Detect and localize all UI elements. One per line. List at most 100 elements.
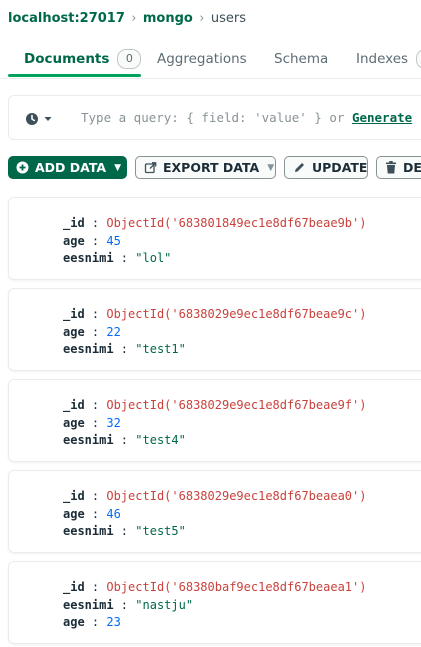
field-separator: : [84,507,107,521]
tab-documents-label: Documents [24,51,110,67]
field-value: 45 [106,234,121,248]
document-field[interactable]: eesnimi : "test5" [63,523,186,540]
document-card[interactable]: _id : ObjectId('6838029e9ec1e8df67beae9c… [8,288,421,371]
document-card[interactable]: _id : ObjectId('68380baf9ec1e8df67beaea1… [8,561,421,644]
document-field[interactable]: age : 46 [63,506,121,523]
field-key: eesnimi [63,433,114,447]
field-value: ObjectId('68380baf9ec1e8df67beaea1') [106,580,367,594]
document-field[interactable]: age : 23 [63,614,121,631]
document-card[interactable]: _id : ObjectId('6838029e9ec1e8df67beaea0… [8,470,421,553]
document-field[interactable]: _id : ObjectId('68380baf9ec1e8df67beaea1… [63,579,366,596]
query-placeholder: Type a query: { field: 'value' } or [81,110,352,125]
field-separator: : [113,251,136,265]
tab-indexes[interactable]: Indexes 1 [356,40,421,78]
pencil-icon [293,161,306,174]
field-value: 32 [106,416,121,430]
document-card[interactable]: _id : ObjectId('683801849ec1e8df67beae9b… [8,197,421,280]
export-data-button[interactable]: EXPORT DATA ▼ [135,156,276,179]
clock-icon [26,113,38,125]
field-key: _id [63,216,85,230]
breadcrumb-host[interactable]: localhost:27017 [8,11,125,26]
breadcrumb-collection: users [210,10,246,26]
field-value: "lol" [135,251,172,265]
field-value: ObjectId('6838029e9ec1e8df67beae9f') [106,398,367,412]
indexes-count-badge: 1 [416,49,421,69]
tab-aggregations[interactable]: Aggregations [157,40,247,78]
tab-documents[interactable]: Documents 0 [24,40,142,78]
document-field[interactable]: eesnimi : "lol" [63,250,171,267]
tab-aggregations-label: Aggregations [157,51,247,67]
document-field[interactable]: eesnimi : "test1" [63,341,186,358]
document-field[interactable]: eesnimi : "test4" [63,432,186,449]
field-separator: : [113,598,136,612]
update-button[interactable]: UPDATE [284,156,368,179]
document-field[interactable]: _id : ObjectId('6838029e9ec1e8df67beae9f… [63,397,366,414]
query-filter-input[interactable]: Type a query: { field: 'value' } or Gene… [81,107,412,129]
document-field[interactable]: eesnimi : "nastju" [63,597,193,614]
generate-query-link[interactable]: Generate [352,110,412,125]
field-key: _id [63,580,85,594]
field-value: "test5" [135,524,186,538]
breadcrumb: localhost:27017 › mongo › users [8,8,246,28]
field-key: age [63,416,85,430]
field-separator: : [84,489,107,503]
field-value: ObjectId('6838029e9ec1e8df67beae9c') [106,307,367,321]
caret-down-icon [44,117,52,121]
field-value: "test1" [135,342,186,356]
document-card[interactable]: _id : ObjectId('6838029e9ec1e8df67beae9f… [8,379,421,462]
field-value: 46 [106,507,121,521]
field-value: 23 [106,615,121,629]
query-bar: Type a query: { field: 'value' } or Gene… [8,95,421,140]
plus-circle-icon [16,161,29,174]
delete-button[interactable]: DE [376,156,421,179]
tab-indexes-label: Indexes [356,51,409,67]
field-key: eesnimi [63,524,114,538]
document-field[interactable]: age : 22 [63,324,121,341]
field-value: ObjectId('683801849ec1e8df67beae9b') [106,216,367,230]
field-separator: : [84,307,107,321]
field-key: age [63,234,85,248]
document-field[interactable]: _id : ObjectId('6838029e9ec1e8df67beae9c… [63,306,366,323]
query-history-button[interactable] [25,110,55,128]
documents-count-badge: 0 [117,49,142,69]
caret-down-icon: ▼ [114,162,122,173]
active-tab-indicator [8,74,141,77]
field-key: age [63,615,85,629]
field-key: eesnimi [63,251,114,265]
field-separator: : [84,416,107,430]
breadcrumb-database[interactable]: mongo [143,11,193,26]
document-field[interactable]: _id : ObjectId('6838029e9ec1e8df67beaea0… [63,488,366,505]
field-value: "test4" [135,433,186,447]
field-separator: : [84,580,107,594]
field-value: 22 [106,325,121,339]
update-label: UPDATE [312,160,368,175]
document-field[interactable]: _id : ObjectId('683801849ec1e8df67beae9b… [63,215,366,232]
trash-icon [385,161,397,174]
field-separator: : [113,433,136,447]
field-key: eesnimi [63,342,114,356]
export-icon [144,161,157,174]
field-separator: : [113,342,136,356]
chevron-right-icon: › [131,10,137,26]
export-data-label: EXPORT DATA [163,160,260,175]
document-field[interactable]: age : 45 [63,233,121,250]
add-data-label: ADD DATA [35,160,107,175]
caret-down-icon: ▼ [267,162,275,173]
add-data-button[interactable]: ADD DATA ▼ [8,156,127,179]
field-key: _id [63,307,85,321]
tab-schema[interactable]: Schema [274,40,328,78]
field-value: "nastju" [135,598,194,612]
chevron-right-icon: › [199,10,205,26]
field-key: age [63,325,85,339]
field-separator: : [84,325,107,339]
field-key: _id [63,489,85,503]
field-separator: : [84,216,107,230]
field-separator: : [84,398,107,412]
document-field[interactable]: age : 32 [63,415,121,432]
delete-label: DE [403,160,421,175]
field-key: age [63,507,85,521]
field-separator: : [84,615,107,629]
field-separator: : [113,524,136,538]
field-separator: : [84,234,107,248]
field-key: eesnimi [63,598,114,612]
